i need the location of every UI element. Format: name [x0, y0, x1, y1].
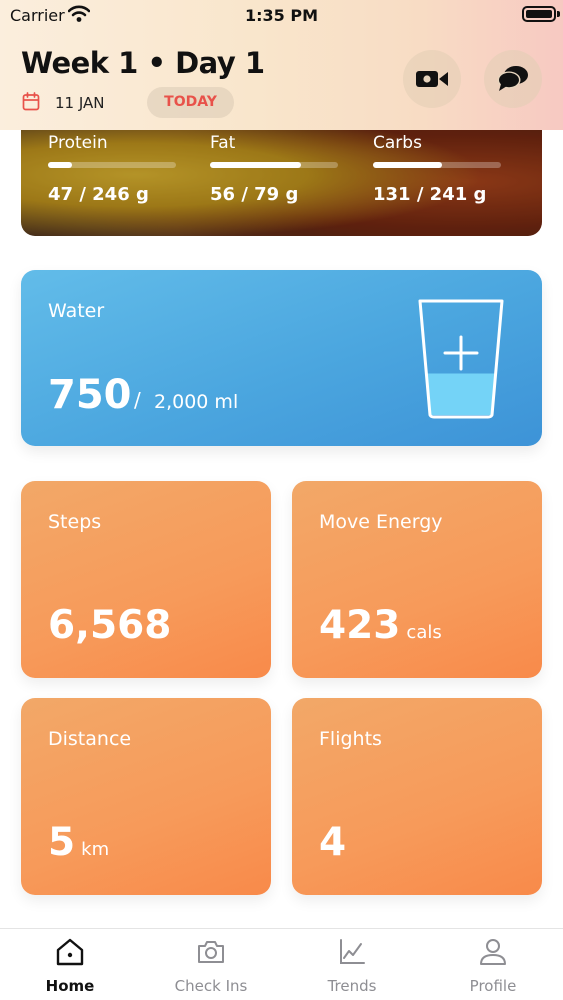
move-energy-card[interactable]: Move Energy 423 cals [292, 481, 542, 678]
camera-icon [198, 941, 224, 963]
tab-label: Profile [469, 977, 517, 995]
macro-progress-fill [48, 162, 73, 168]
battery-nub [557, 11, 560, 17]
today-button[interactable]: TODAY [147, 87, 234, 118]
macro-value: 56 / 79 g [210, 184, 299, 205]
battery-icon [522, 6, 556, 22]
stat-value: 423 cals [319, 603, 442, 648]
water-amount: 750 [48, 372, 132, 418]
chat-button[interactable] [484, 50, 542, 108]
tab-home[interactable]: Home [0, 929, 140, 1000]
distance-card[interactable]: Distance 5 km [21, 698, 271, 895]
water-goal: 2,000 ml [154, 391, 239, 413]
tab-label: Check Ins [174, 977, 248, 995]
macro-progress-fill [373, 162, 443, 168]
steps-card[interactable]: Steps 6,568 [21, 481, 271, 678]
stat-unit: cals [406, 622, 442, 643]
macro-progress-track [210, 162, 338, 168]
macro-label: Fat [210, 133, 236, 153]
water-separator: / [134, 388, 141, 412]
tab-label: Home [45, 977, 95, 995]
flights-card[interactable]: Flights 4 [292, 698, 542, 895]
person-icon [480, 939, 506, 965]
app-header: Carrier 1:35 PM Week 1 • Day 1 11 JAN TO… [0, 0, 563, 130]
stat-title: Flights [319, 728, 382, 750]
macro-carbs: Carbs 131 / 241 g [373, 133, 501, 205]
video-camera-icon [416, 71, 448, 87]
tab-trends[interactable]: Trends [282, 929, 422, 1000]
calendar-icon [22, 92, 40, 111]
stat-unit: km [81, 839, 110, 860]
tab-check-ins[interactable]: Check Ins [141, 929, 281, 1000]
macro-label: Carbs [373, 133, 422, 153]
clock: 1:35 PM [244, 6, 318, 25]
macro-protein: Protein 47 / 246 g [48, 133, 176, 205]
water-card[interactable]: Water 750 / 2,000 ml [21, 270, 542, 446]
stat-title: Steps [48, 511, 102, 533]
stat-title: Distance [48, 728, 132, 750]
water-title: Water [48, 300, 105, 322]
status-bar: Carrier 1:35 PM [0, 0, 563, 30]
macro-label: Protein [48, 133, 108, 153]
stat-value: 4 [319, 820, 347, 865]
macro-progress-track [48, 162, 176, 168]
macro-progress-fill [210, 162, 301, 168]
macro-value: 47 / 246 g [48, 184, 149, 205]
stat-value: 6,568 [48, 603, 172, 648]
tab-label: Trends [327, 977, 377, 995]
chat-bubbles-icon [497, 66, 528, 91]
macro-value: 131 / 241 g [373, 184, 487, 205]
stat-title: Move Energy [319, 511, 443, 533]
stat-value: 5 km [48, 820, 110, 865]
current-date: 11 JAN [55, 94, 105, 112]
macro-progress-track [373, 162, 501, 168]
video-call-button[interactable] [403, 50, 461, 108]
macro-fat: Fat 56 / 79 g [210, 133, 338, 205]
page-title: Week 1 • Day 1 [21, 46, 265, 80]
add-water-glass-icon[interactable] [415, 296, 507, 422]
tab-bar: Home Check Ins Trends Profile [0, 928, 563, 1000]
home-icon [56, 938, 84, 966]
chart-icon [340, 939, 365, 964]
tab-profile[interactable]: Profile [423, 929, 563, 1000]
